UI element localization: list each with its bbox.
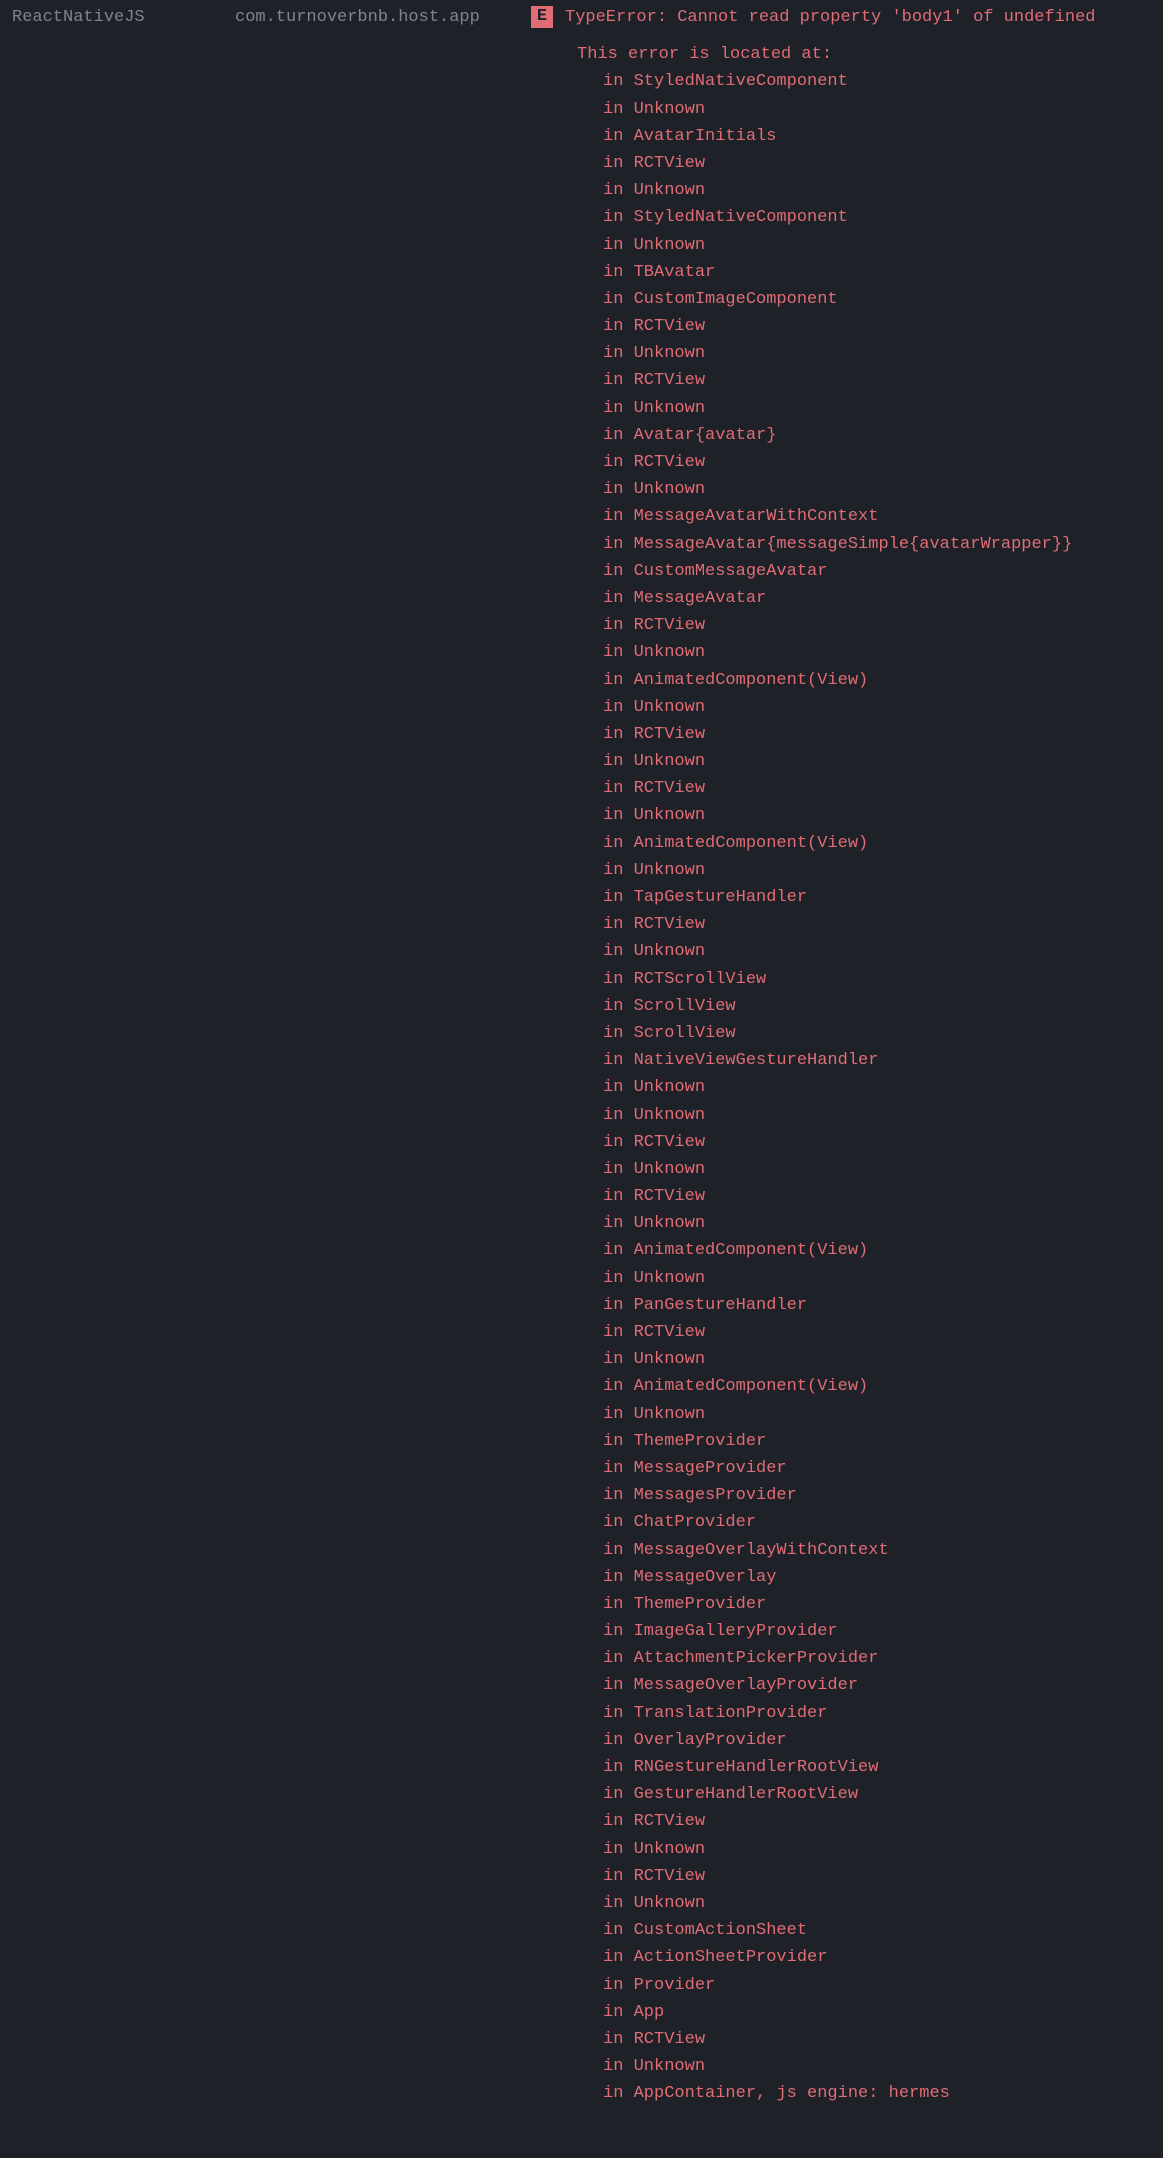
stack-trace-line: in AnimatedComponent(View) [603, 667, 1163, 694]
stack-trace-line: in MessageOverlay [603, 1564, 1163, 1591]
stack-trace-line: in Unknown [603, 1401, 1163, 1428]
stack-trace-line: in Unknown [603, 96, 1163, 123]
log-level-badge: E [531, 6, 553, 28]
stack-trace-line: in CustomActionSheet [603, 1917, 1163, 1944]
stack-trace-line: in RCTView [603, 775, 1163, 802]
error-location-heading: This error is located at: [0, 31, 1163, 68]
stack-trace-line: in Unknown [603, 938, 1163, 965]
stack-trace-line: in MessageAvatar [603, 585, 1163, 612]
stack-trace-line: in Unknown [603, 395, 1163, 422]
stack-trace-line: in Unknown [603, 748, 1163, 775]
stack-trace-line: in ScrollView [603, 993, 1163, 1020]
stack-trace-line: in AnimatedComponent(View) [603, 1373, 1163, 1400]
stack-trace-line: in Unknown [603, 232, 1163, 259]
stack-trace-line: in ThemeProvider [603, 1591, 1163, 1618]
stack-trace-line: in StyledNativeComponent [603, 68, 1163, 95]
stack-trace-line: in Unknown [603, 1890, 1163, 1917]
stack-trace-line: in RCTView [603, 612, 1163, 639]
stack-trace-line: in RCTView [603, 1863, 1163, 1890]
stack-trace-line: in RCTView [603, 1183, 1163, 1210]
stack-trace-line: in Unknown [603, 802, 1163, 829]
stack-trace-line: in TapGestureHandler [603, 884, 1163, 911]
stack-trace-line: in MessageAvatarWithContext [603, 503, 1163, 530]
stack-trace-line: in StyledNativeComponent [603, 204, 1163, 231]
stack-trace-line: in Unknown [603, 694, 1163, 721]
stack-trace-line: in MessageOverlayWithContext [603, 1537, 1163, 1564]
stack-trace-line: in Unknown [603, 1156, 1163, 1183]
stack-trace-line: in Unknown [603, 639, 1163, 666]
stack-trace-line: in RCTScrollView [603, 966, 1163, 993]
stack-trace-line: in MessageAvatar{messageSimple{avatarWra… [603, 531, 1163, 558]
stack-trace-line: in ActionSheetProvider [603, 1944, 1163, 1971]
stack-trace-line: in Unknown [603, 1074, 1163, 1101]
stack-trace-line: in Avatar{avatar} [603, 422, 1163, 449]
stack-trace-line: in AvatarInitials [603, 123, 1163, 150]
stack-trace-line: in Unknown [603, 1265, 1163, 1292]
stack-trace-line: in ThemeProvider [603, 1428, 1163, 1455]
stack-trace-line: in TranslationProvider [603, 1700, 1163, 1727]
stack-trace-line: in ImageGalleryProvider [603, 1618, 1163, 1645]
stack-trace-line: in RCTView [603, 911, 1163, 938]
stack-trace-line: in RCTView [603, 313, 1163, 340]
stack-trace-line: in RCTView [603, 721, 1163, 748]
stack-trace-line: in AppContainer, js engine: hermes [603, 2080, 1163, 2107]
stack-trace-line: in MessageOverlayProvider [603, 1672, 1163, 1699]
stack-trace-line: in OverlayProvider [603, 1727, 1163, 1754]
stack-trace-line: in CustomImageComponent [603, 286, 1163, 313]
stack-trace-line: in Unknown [603, 177, 1163, 204]
stack-trace-line: in AttachmentPickerProvider [603, 1645, 1163, 1672]
stack-trace-line: in AnimatedComponent(View) [603, 1237, 1163, 1264]
stack-trace-line: in CustomMessageAvatar [603, 558, 1163, 585]
stack-trace-line: in GestureHandlerRootView [603, 1781, 1163, 1808]
stack-trace-list: in StyledNativeComponentin Unknownin Ava… [0, 68, 1163, 2107]
stack-trace-line: in Unknown [603, 340, 1163, 367]
stack-trace-line: in ScrollView [603, 1020, 1163, 1047]
stack-trace-line: in MessagesProvider [603, 1482, 1163, 1509]
stack-trace-line: in RCTView [603, 1319, 1163, 1346]
stack-trace-line: in Unknown [603, 1346, 1163, 1373]
stack-trace-line: in AnimatedComponent(View) [603, 830, 1163, 857]
stack-trace-line: in TBAvatar [603, 259, 1163, 286]
stack-trace-line: in Unknown [603, 1836, 1163, 1863]
stack-trace-line: in MessageProvider [603, 1455, 1163, 1482]
stack-trace-line: in RCTView [603, 367, 1163, 394]
log-tag: ReactNativeJS [0, 4, 235, 31]
stack-trace-line: in Unknown [603, 2053, 1163, 2080]
stack-trace-line: in RCTView [603, 1808, 1163, 1835]
stack-trace-line: in RNGestureHandlerRootView [603, 1754, 1163, 1781]
stack-trace-line: in App [603, 1999, 1163, 2026]
stack-trace-line: in Unknown [603, 1102, 1163, 1129]
log-error-message: TypeError: Cannot read property 'body1' … [553, 4, 1163, 31]
log-package: com.turnoverbnb.host.app [235, 4, 531, 31]
stack-trace-line: in Unknown [603, 476, 1163, 503]
stack-trace-line: in RCTView [603, 1129, 1163, 1156]
stack-trace-line: in Provider [603, 1972, 1163, 1999]
stack-trace-line: in Unknown [603, 1210, 1163, 1237]
stack-trace-line: in Unknown [603, 857, 1163, 884]
stack-trace-line: in ChatProvider [603, 1509, 1163, 1536]
stack-trace-line: in RCTView [603, 2026, 1163, 2053]
log-header-row: ReactNativeJS com.turnoverbnb.host.app E… [0, 0, 1163, 31]
stack-trace-line: in PanGestureHandler [603, 1292, 1163, 1319]
stack-trace-line: in NativeViewGestureHandler [603, 1047, 1163, 1074]
stack-trace-line: in RCTView [603, 150, 1163, 177]
stack-trace-line: in RCTView [603, 449, 1163, 476]
